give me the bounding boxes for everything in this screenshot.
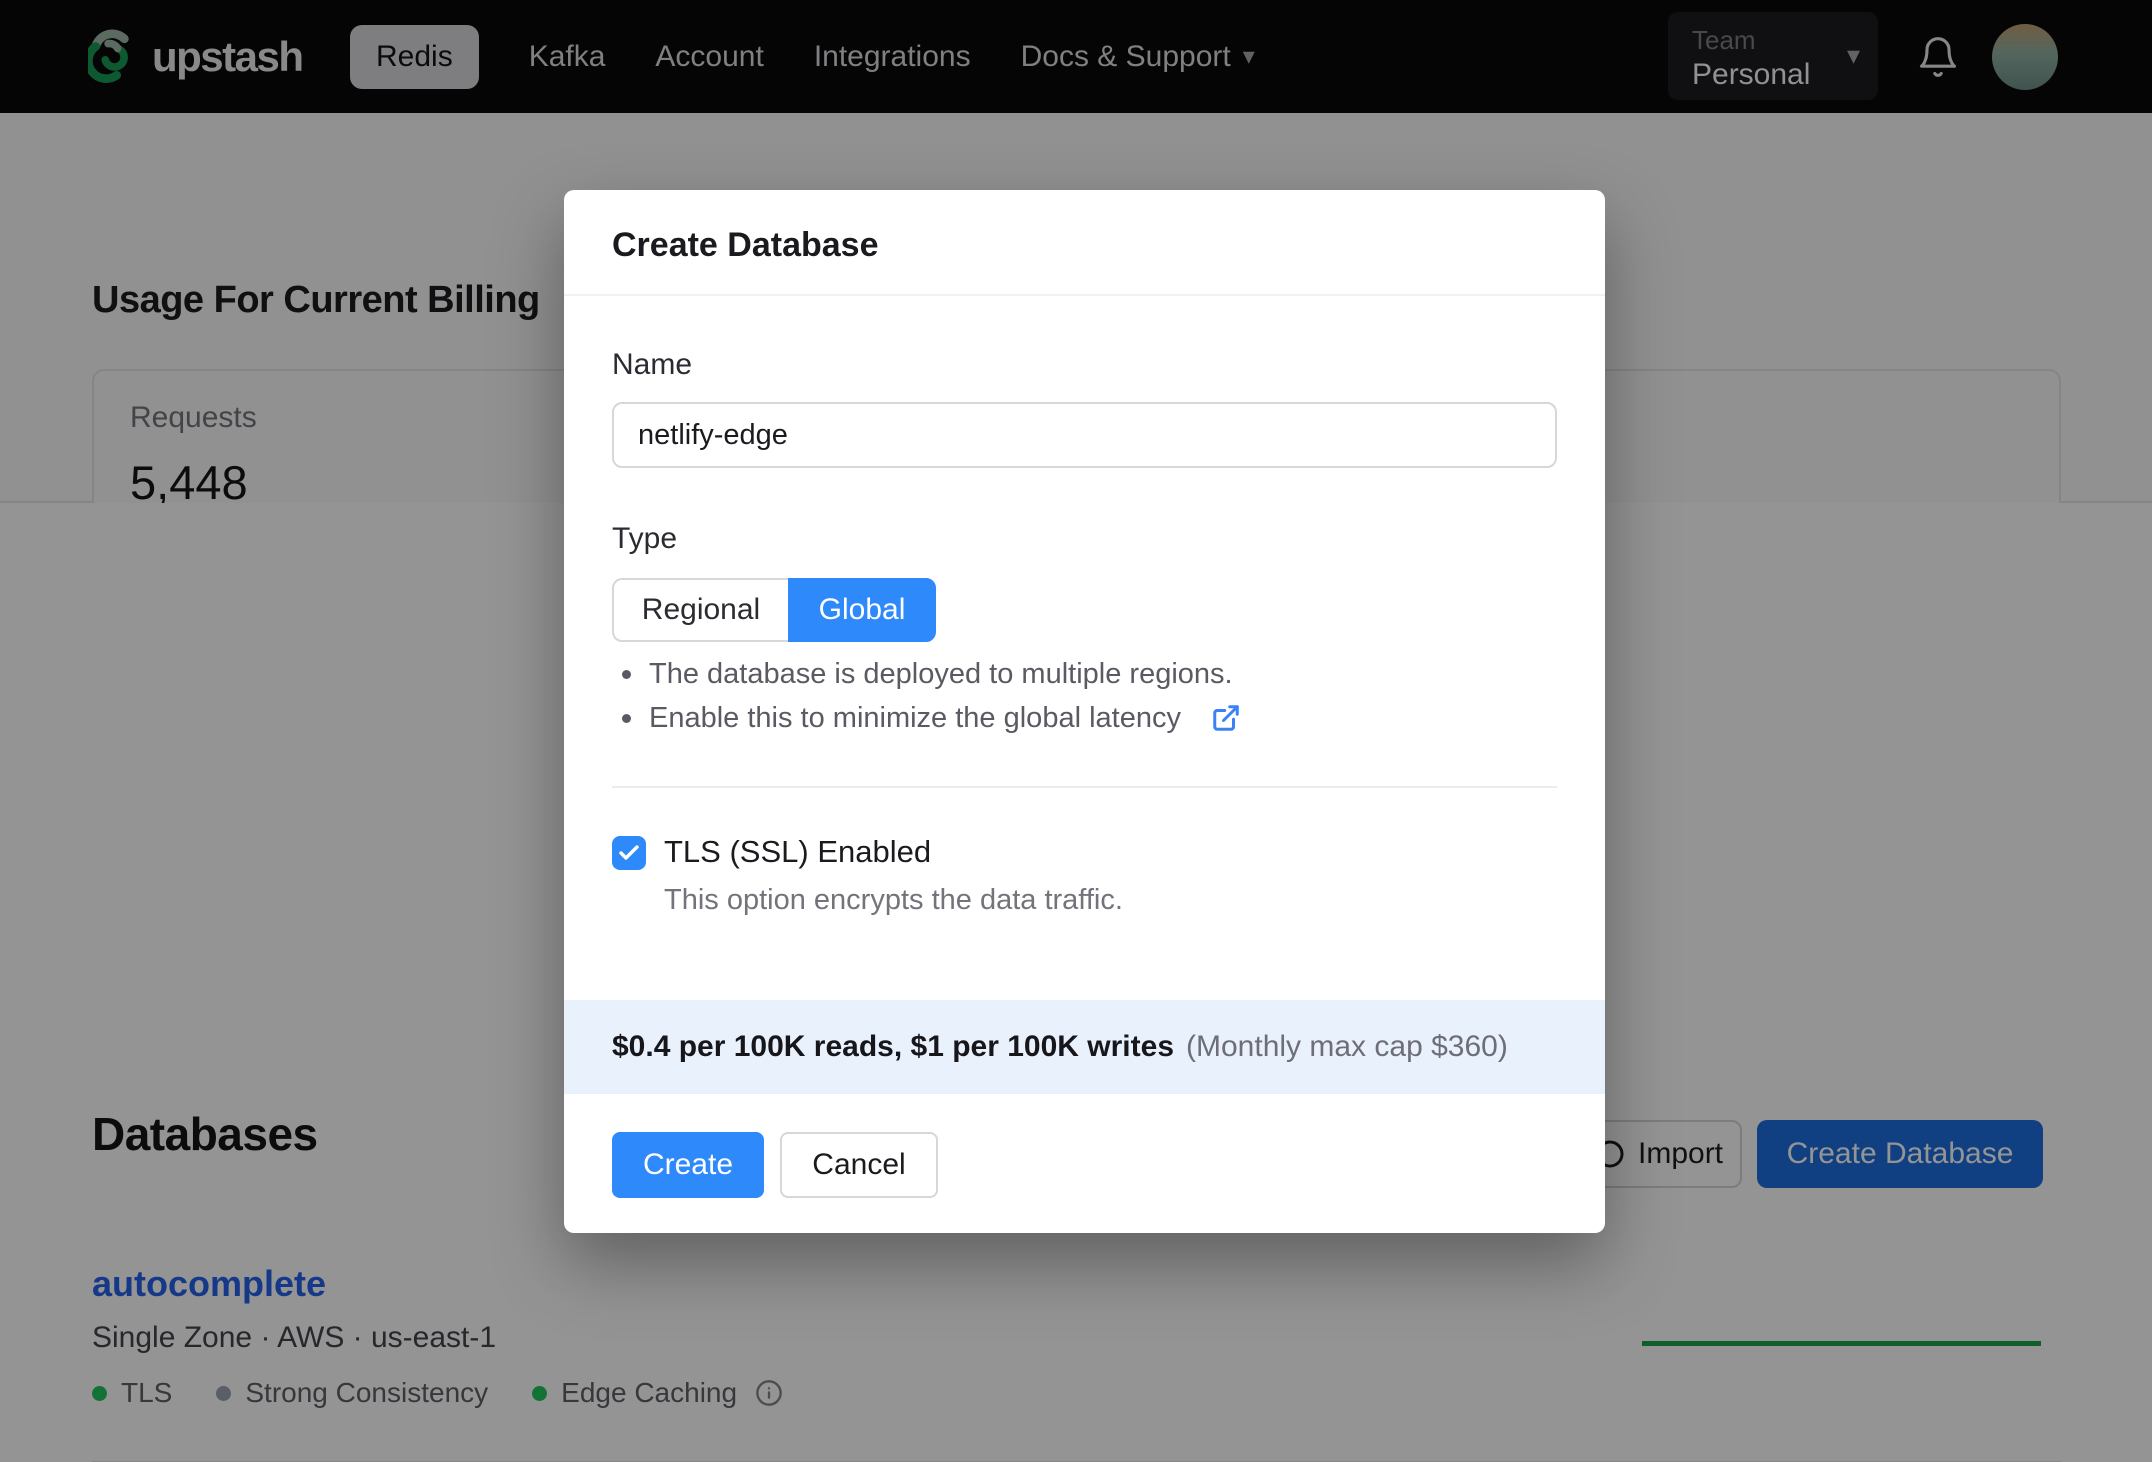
divider <box>564 294 1605 296</box>
tls-checkbox-label: TLS (SSL) Enabled <box>664 834 932 869</box>
type-option-regional[interactable]: Regional <box>612 578 788 642</box>
modal-title: Create Database <box>612 226 879 264</box>
type-field-label: Type <box>612 522 678 555</box>
tls-description: This option encrypts the data traffic. <box>664 884 1123 916</box>
database-name-input[interactable] <box>612 402 1557 468</box>
check-icon <box>619 845 639 860</box>
bullet-text: Enable this to minimize the global laten… <box>649 701 1181 734</box>
divider <box>612 786 1557 788</box>
type-option-global[interactable]: Global <box>788 578 936 642</box>
list-item: The database is deployed to multiple reg… <box>622 652 1241 696</box>
name-field-label: Name <box>612 348 693 381</box>
type-segmented-control: Regional Global <box>612 578 936 642</box>
bullet-text: The database is deployed to multiple reg… <box>649 657 1233 690</box>
bullet-dot-icon <box>622 713 631 723</box>
pricing-banner: $0.4 per 100K reads, $1 per 100K writes … <box>564 1000 1605 1094</box>
list-item: Enable this to minimize the global laten… <box>622 696 1241 740</box>
type-description-list: The database is deployed to multiple reg… <box>622 652 1241 740</box>
pricing-note: (Monthly max cap $360) <box>1186 1030 1508 1063</box>
create-button[interactable]: Create <box>612 1132 764 1198</box>
app-root: upstash Redis Kafka Account Integrations… <box>0 0 2152 1462</box>
create-database-modal: Create Database Name Type Regional Globa… <box>564 190 1605 1233</box>
cancel-button[interactable]: Cancel <box>780 1132 938 1198</box>
external-link-icon[interactable] <box>1211 703 1241 733</box>
tls-checkbox[interactable] <box>612 836 646 870</box>
pricing-text: $0.4 per 100K reads, $1 per 100K writes <box>612 1030 1175 1063</box>
bullet-dot-icon <box>622 669 631 679</box>
